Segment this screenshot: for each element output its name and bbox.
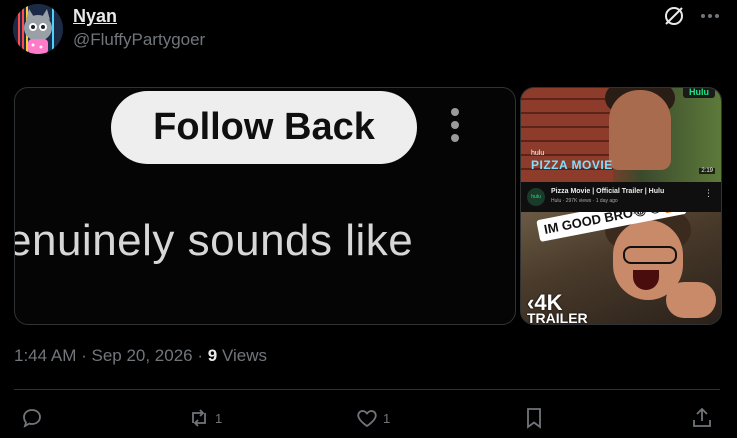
repost-count: 1 bbox=[215, 410, 223, 426]
like-button[interactable]: 1 bbox=[355, 405, 390, 431]
media-image-right[interactable]: Hulu hulu PIZZA MOVIE 2:19 hulu Pizza Mo… bbox=[520, 87, 722, 325]
show-title: PIZZA MOVIE bbox=[531, 158, 613, 172]
follow-back-pill: Follow Back bbox=[111, 91, 417, 164]
video-duration: 2:19 bbox=[699, 168, 715, 174]
more-options-icon[interactable] bbox=[698, 4, 722, 28]
display-name[interactable]: Nyan bbox=[73, 6, 117, 27]
repost-icon bbox=[192, 409, 206, 427]
like-count: 1 bbox=[383, 410, 391, 426]
thumbnail-bottom: IM GOOD BRO😂😂🤦 ‹4K TRAILER bbox=[521, 212, 721, 324]
repost-button[interactable]: 1 bbox=[187, 405, 222, 431]
share-button[interactable] bbox=[690, 405, 714, 431]
post-date[interactable]: Sep 20, 2026 bbox=[91, 346, 192, 365]
video-meta: Hulu · 297K views · 1 day ago bbox=[551, 198, 618, 204]
divider bbox=[14, 389, 720, 390]
views-count: 9 bbox=[207, 346, 218, 365]
views-label: Views bbox=[217, 346, 267, 365]
avatar-image bbox=[13, 4, 63, 54]
badge-trailer: TRAILER bbox=[527, 310, 588, 324]
follow-back-text: Follow Back bbox=[153, 106, 375, 148]
grok-icon[interactable] bbox=[662, 4, 686, 28]
kebab-icon bbox=[449, 108, 461, 148]
thumbnail-top: Hulu hulu PIZZA MOVIE 2:19 bbox=[521, 88, 721, 182]
hulu-badge: Hulu bbox=[683, 88, 715, 98]
share-icon bbox=[693, 407, 711, 427]
video-title: Pizza Movie | Official Trailer | Hulu bbox=[551, 188, 665, 195]
user-handle[interactable]: @FluffyPartygoer bbox=[73, 30, 205, 50]
post-time[interactable]: 1:44 AM bbox=[14, 346, 76, 365]
heart-icon bbox=[357, 410, 377, 428]
bookmark-button[interactable] bbox=[522, 405, 546, 431]
video-kebab-icon: ⋮ bbox=[704, 188, 713, 198]
video-caption: enuinely sounds like bbox=[14, 216, 414, 265]
channel-avatar: hulu bbox=[527, 188, 545, 206]
reply-button[interactable] bbox=[20, 405, 44, 431]
video-info-row: hulu Pizza Movie | Official Trailer | Hu… bbox=[521, 182, 721, 212]
post-timestamp: 1:44 AM · Sep 20, 2026 · 9 Views bbox=[14, 346, 267, 365]
hulu-brand: hulu bbox=[531, 150, 545, 157]
media-image-left[interactable]: Follow Back enuinely sounds like bbox=[14, 87, 516, 325]
avatar[interactable] bbox=[13, 4, 63, 54]
bookmark-icon bbox=[527, 408, 541, 429]
reply-icon bbox=[23, 409, 41, 428]
